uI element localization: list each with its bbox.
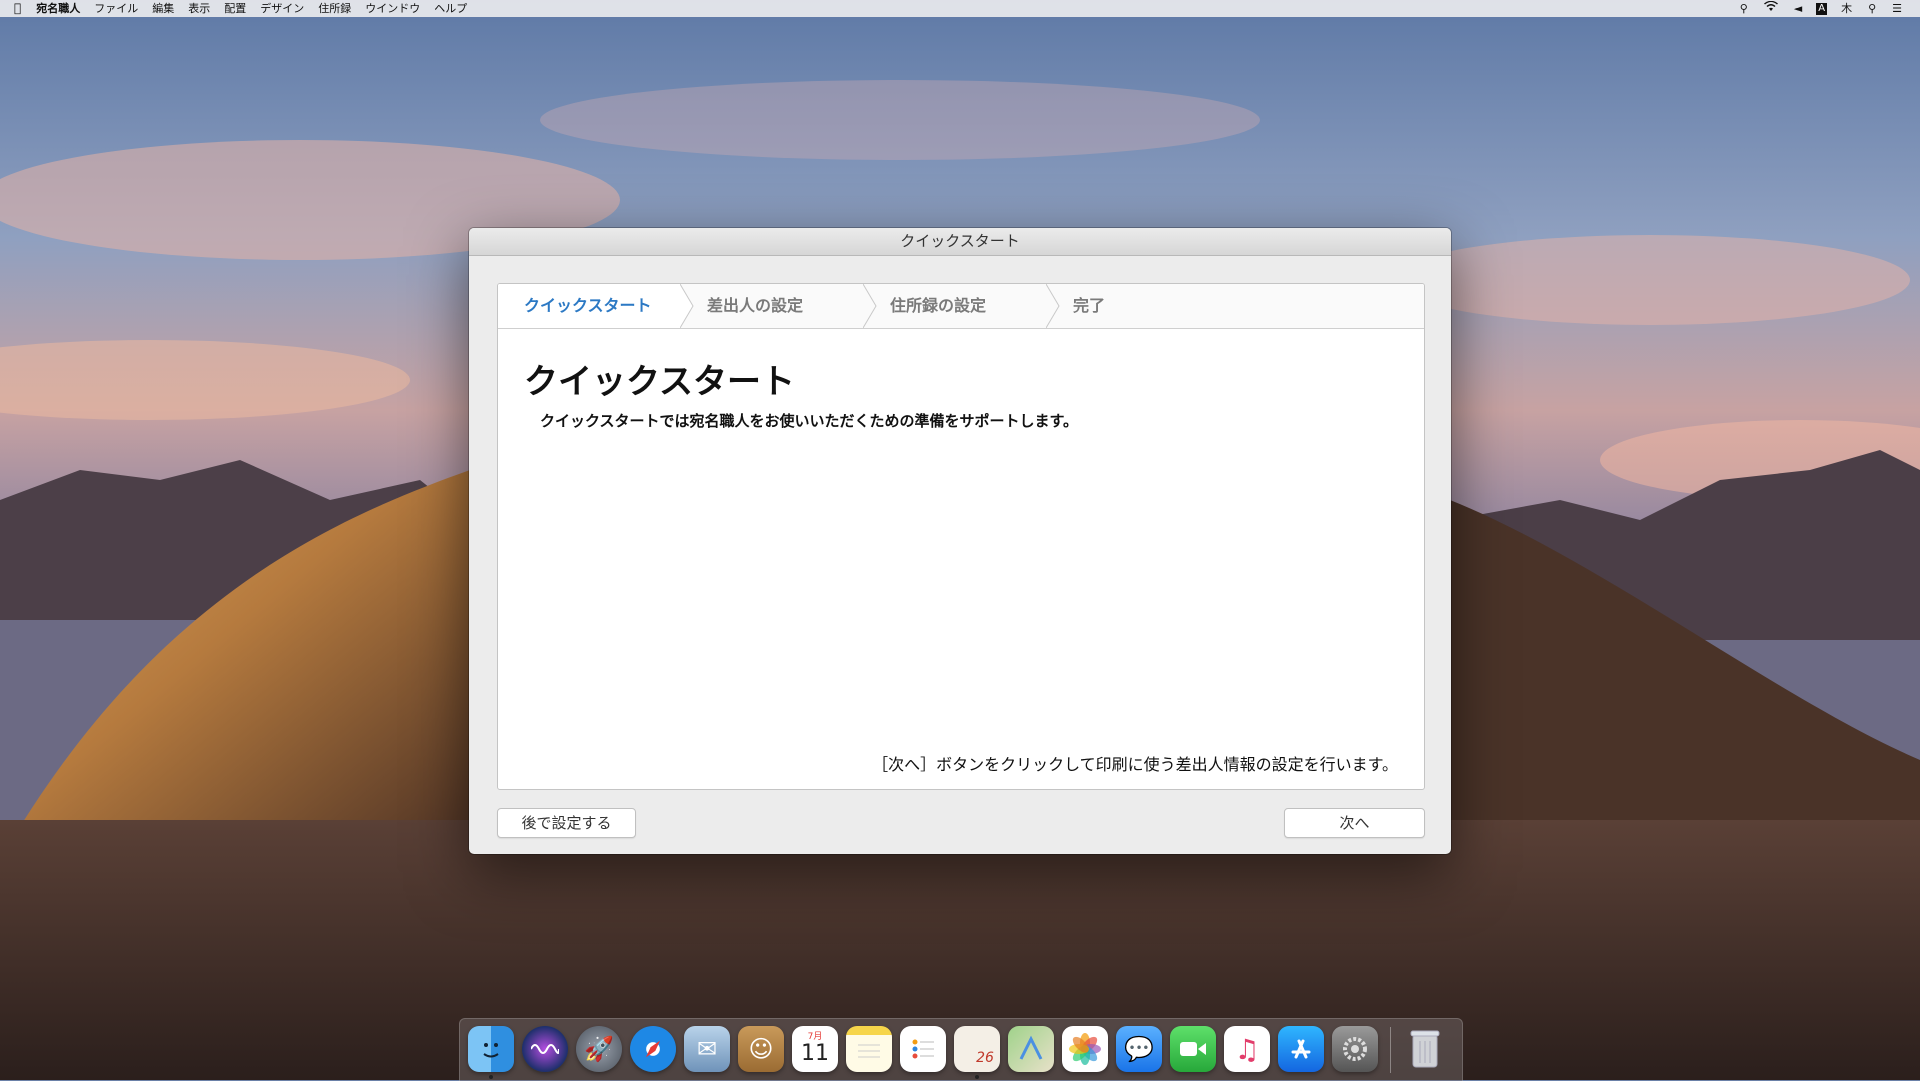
notes-icon[interactable] <box>846 1026 892 1072</box>
running-indicator <box>975 1075 979 1079</box>
facetime-icon[interactable] <box>1170 1026 1216 1072</box>
dock-separator <box>1390 1027 1391 1073</box>
menu-file[interactable]: ファイル <box>87 0 145 17</box>
input-indicator[interactable]: A <box>1816 2 1828 15</box>
menu-address-book[interactable]: 住所録 <box>311 0 358 17</box>
menu-view[interactable]: 表示 <box>181 0 217 17</box>
calendar-day: 11 <box>801 1041 829 1066</box>
messages-icon[interactable]: 💬 <box>1116 1026 1162 1072</box>
dock: 🚀 ✉ ☺ 7月 11 26 💬 ♫ <box>459 1018 1463 1081</box>
atena-app-icon[interactable]: 26 <box>954 1026 1000 1072</box>
menu-arrange[interactable]: 配置 <box>217 0 253 17</box>
reminders-icon[interactable] <box>900 1026 946 1072</box>
status-area: ⚲ ◄ A 木 ⚲ ☰ <box>1732 0 1920 17</box>
step-quick-start: クイックスタート <box>498 284 681 328</box>
menu-edit[interactable]: 編集 <box>145 0 181 17</box>
accessibility-icon[interactable]: ⚲ <box>1732 0 1756 17</box>
finder-icon[interactable] <box>468 1026 514 1072</box>
photos-icon[interactable] <box>1062 1026 1108 1072</box>
system-preferences-icon[interactable] <box>1332 1026 1378 1072</box>
volume-icon[interactable]: ◄ <box>1786 0 1810 17</box>
step-sender-settings: 差出人の設定 <box>707 296 804 315</box>
menu-window[interactable]: ウインドウ <box>358 0 427 17</box>
set-later-button[interactable]: 後で設定する <box>497 808 636 838</box>
calendar-icon[interactable]: 7月 11 <box>792 1026 838 1072</box>
step-indicator: クイックスタート 差出人の設定 住所録の設定 完了 <box>498 284 1424 329</box>
itunes-icon[interactable]: ♫ <box>1224 1026 1270 1072</box>
next-button[interactable]: 次へ <box>1284 808 1425 838</box>
maps-icon[interactable] <box>1008 1026 1054 1072</box>
search-icon[interactable]: ⚲ <box>1860 0 1884 17</box>
launchpad-icon[interactable]: 🚀 <box>576 1026 622 1072</box>
siri-icon[interactable] <box>522 1026 568 1072</box>
contacts-icon[interactable]: ☺ <box>738 1026 784 1072</box>
menu-app-name[interactable]: 宛名職人 <box>29 0 87 17</box>
atena-app-badge: 26 <box>976 1050 994 1066</box>
step-complete: 完了 <box>1073 296 1106 315</box>
step-separator <box>680 284 694 328</box>
step-separator <box>1046 284 1060 328</box>
mail-icon[interactable]: ✉ <box>684 1026 730 1072</box>
quick-start-window: クイックスタート クイックスタート 差出人の設定 住所録の設定 完了 クイックス… <box>469 228 1451 854</box>
app-store-icon[interactable] <box>1278 1026 1324 1072</box>
list-icon[interactable]: ☰ <box>1884 0 1910 17</box>
next-hint-text: ［次へ］ボタンをクリックして印刷に使う差出人情報の設定を行います。 <box>872 755 1398 774</box>
content-panel: クイックスタート 差出人の設定 住所録の設定 完了 クイックスタート クイックス… <box>497 283 1425 790</box>
day-label[interactable]: 木 <box>1833 0 1860 17</box>
trash-icon[interactable] <box>1402 1026 1448 1072</box>
running-indicator <box>489 1075 493 1079</box>
menu-bar:  宛名職人 ファイル 編集 表示 配置 デザイン 住所録 ウインドウ ヘルプ … <box>0 0 1920 17</box>
window-title: クイックスタート <box>469 228 1451 256</box>
step-address-book-settings: 住所録の設定 <box>890 296 987 315</box>
safari-icon[interactable] <box>630 1026 676 1072</box>
intro-text: クイックスタートでは宛名職人をお使いいただくための準備をサポートします。 <box>540 412 1079 430</box>
menu-help[interactable]: ヘルプ <box>427 0 474 17</box>
menu-design[interactable]: デザイン <box>253 0 311 17</box>
wifi-icon[interactable] <box>1756 0 1786 17</box>
apple-icon[interactable]:  <box>0 0 29 17</box>
page-title: クイックスタート <box>524 362 795 402</box>
step-separator <box>863 284 877 328</box>
